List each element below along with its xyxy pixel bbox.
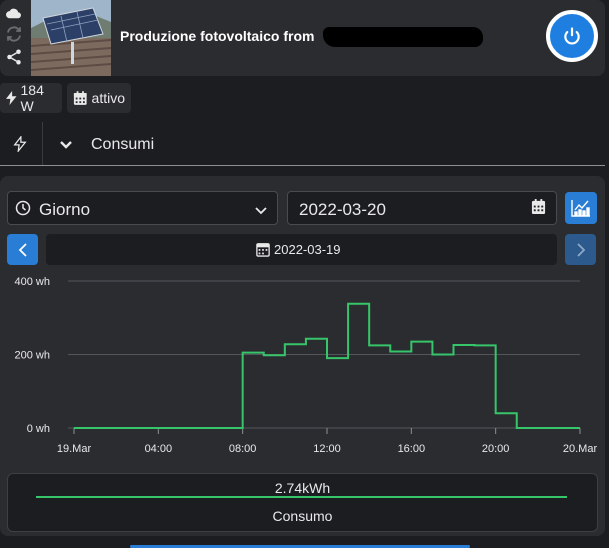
chart-icon xyxy=(571,200,590,217)
calendar-icon[interactable] xyxy=(531,199,546,220)
status-value: attivo xyxy=(91,90,125,106)
chevron-left-icon xyxy=(18,242,27,257)
calendar-icon xyxy=(256,242,270,262)
y-tick-label: 400 wh xyxy=(15,276,50,288)
header-actions xyxy=(0,0,30,76)
y-tick-label: 0 wh xyxy=(27,423,50,435)
consumption-series-line xyxy=(74,302,580,429)
x-tick-label: 19.Mar xyxy=(57,443,92,455)
share-icon[interactable] xyxy=(5,48,23,66)
summary-legend-line xyxy=(36,496,567,498)
previous-day-button[interactable] xyxy=(7,234,38,265)
calendar-icon xyxy=(73,90,87,105)
section-underline xyxy=(0,165,605,166)
nav-date-label: 2022-03-19 xyxy=(274,242,341,257)
next-day-button[interactable] xyxy=(565,234,596,265)
device-title: Produzione fotovoltaico from xyxy=(120,28,315,44)
bolt-icon xyxy=(6,90,17,106)
power-button[interactable] xyxy=(546,10,598,62)
chevron-down-icon[interactable] xyxy=(59,138,73,156)
redacted-name xyxy=(323,27,483,47)
date-value: 2022-03-20 xyxy=(299,200,386,219)
summary-value: 2.74kWh xyxy=(274,480,331,496)
y-tick-label: 200 wh xyxy=(15,350,50,362)
divider xyxy=(42,122,43,166)
x-tick-label: 04:00 xyxy=(145,443,173,455)
x-tick-label: 20.Mar xyxy=(563,443,598,455)
device-thumbnail xyxy=(31,0,111,76)
chevron-right-icon xyxy=(576,242,585,257)
x-tick-label: 20:00 xyxy=(482,443,510,455)
section-label: Consumi xyxy=(91,136,155,153)
summary-label: Consumo xyxy=(272,508,333,524)
refresh-icon[interactable] xyxy=(5,25,23,43)
clock-icon xyxy=(15,200,31,221)
bolt-outline-icon xyxy=(13,135,27,157)
consumption-chart: 0 wh 200 wh 400 wh 19.Mar 04:00 08:00 12:00 16… xyxy=(15,276,598,455)
power-value: 184 W xyxy=(20,82,44,114)
chevron-down-icon xyxy=(254,203,268,221)
status-chip: attivo xyxy=(67,83,131,113)
chart-type-button[interactable] xyxy=(565,192,597,224)
cloud-icon[interactable] xyxy=(5,4,23,22)
period-value: Giorno xyxy=(39,200,91,219)
x-tick-label: 16:00 xyxy=(398,443,426,455)
power-chip: 184 W xyxy=(0,82,62,114)
x-tick-label: 12:00 xyxy=(313,443,341,455)
power-icon xyxy=(564,27,580,45)
x-tick-label: 08:00 xyxy=(229,443,257,455)
